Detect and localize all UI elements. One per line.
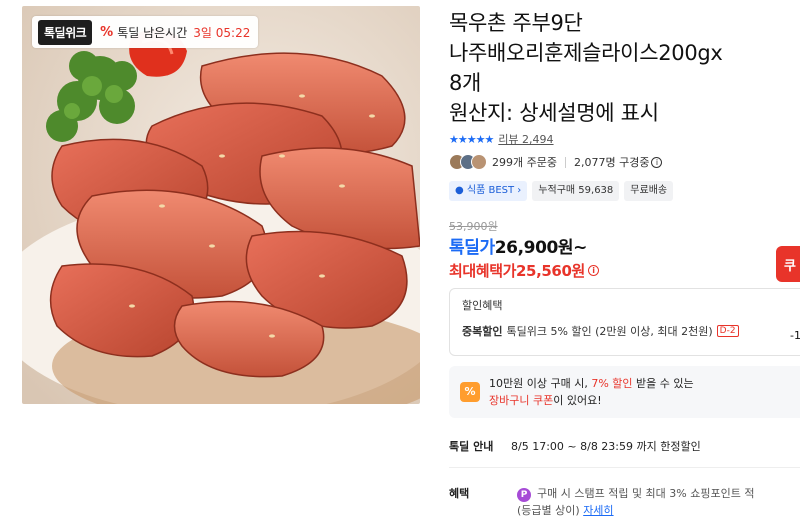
deal-price-value: 26,900원~	[494, 238, 588, 258]
food-best-chip[interactable]: ● 식품 BEST ›	[449, 181, 528, 201]
cart-coupon-text: 10만원 이상 구매 시, 7% 할인 받을 수 있는 장바구니 쿠폰이 있어요…	[489, 375, 694, 409]
discount-line-text: 톡딜위크 5% 할인 (2만원 이상, 최대 2천원)	[506, 325, 713, 338]
coupon-text-part: 받을 수 있는	[632, 377, 694, 390]
product-chips: ● 식품 BEST › 누적구매 59,638 무료배송	[449, 181, 678, 201]
deal-timer-badge: 톡딜위크 % 톡딜 남은시간 3일 05:22	[32, 16, 259, 48]
original-price: 53,900원	[449, 220, 498, 233]
title-line: 나주배오리훈제슬라이스200gx	[449, 41, 723, 65]
perks-detail-link[interactable]: 자세히	[583, 504, 613, 517]
deal-notice-label: 톡딜 안내	[449, 440, 494, 453]
max-benefit-value: 25,560원	[516, 262, 585, 280]
remaining-time-value: 3일 05:22	[193, 25, 251, 40]
percent-coupon-icon: %	[460, 382, 480, 402]
orders-count: 299개 주문중	[492, 156, 557, 169]
rating-row: ★★★★★ 리뷰 2,494	[449, 131, 554, 147]
remaining-time-label: 톡딜 남은시간	[117, 25, 188, 40]
avatar	[471, 154, 487, 170]
divider	[564, 156, 566, 168]
perks-label: 혜택	[449, 487, 470, 500]
info-icon[interactable]: i	[587, 265, 599, 276]
title-line: 8개	[449, 71, 482, 95]
chip-label: 식품 BEST	[466, 185, 515, 196]
talkdeal-week-logo: 톡딜위크	[38, 19, 93, 45]
coupon-highlight: 7% 할인	[591, 377, 633, 390]
review-count-link[interactable]: 리뷰 2,494	[498, 131, 553, 147]
perks-line: (등급별 상이)	[517, 504, 584, 517]
discount-header: 할인혜택	[462, 299, 503, 312]
perks-text: P 구매 시 스탬프 적립 및 최대 3% 쇼핑포인트 적 (등급별 상이) 자세…	[517, 485, 754, 519]
coupon-text-part: 이 있어요!	[553, 394, 602, 407]
d-day-tag: D-2	[716, 325, 739, 337]
title-line: 목우촌 주부9단	[449, 11, 583, 35]
info-icon[interactable]: i	[651, 156, 663, 168]
star-rating-icon: ★★★★★	[449, 132, 494, 146]
coupon-text-part: 10만원 이상 구매 시,	[489, 377, 592, 390]
discount-line: 중복할인 톡딜위크 5% 할인 (2만원 이상, 최대 2천원) D-2	[462, 323, 796, 339]
smoked-duck-photo	[22, 6, 420, 404]
discount-benefit-box: 할인혜택 중복할인 톡딜위크 5% 할인 (2만원 이상, 최대 2천원) D-…	[449, 288, 800, 356]
free-shipping-chip: 무료배송	[624, 181, 674, 201]
social-proof-row: 299개 주문중 2,077명 구경중 i	[449, 154, 663, 170]
percent-icon: %	[100, 24, 114, 40]
max-benefit-price-row: 최대혜택가 25,560원 i	[449, 260, 599, 281]
deal-notice-text: 8/5 17:00 ~ 8/8 23:59 까지 한정할인	[511, 440, 701, 453]
perks-line: 구매 시 스탬프 적립 및 최대 3% 쇼핑포인트 적	[537, 487, 755, 500]
divider	[449, 467, 800, 468]
discount-amount: -1	[790, 329, 800, 342]
perks-row: 혜택 P 구매 시 스탬프 적립 및 최대 3% 쇼핑포인트 적 (등급별 상이)…	[449, 485, 754, 519]
point-icon: P	[517, 488, 531, 502]
discount-line-label: 중복할인	[462, 325, 503, 338]
buyer-avatars	[449, 154, 487, 170]
deal-notice-row: 톡딜 안내 8/5 17:00 ~ 8/8 23:59 까지 한정할인	[449, 438, 701, 454]
deal-price-row: 톡딜가26,900원~	[449, 233, 587, 258]
cumulative-purchase-chip: 누적구매 59,638	[532, 181, 620, 201]
title-line: 원산지: 상세설명에 표시	[449, 101, 659, 125]
max-benefit-label: 최대혜택가	[449, 262, 517, 280]
coupon-button[interactable]: 쿠	[776, 246, 800, 282]
cart-coupon-banner[interactable]: % 10만원 이상 구매 시, 7% 할인 받을 수 있는 장바구니 쿠폰이 있…	[449, 366, 800, 418]
product-image[interactable]: 톡딜위크 % 톡딜 남은시간 3일 05:22	[22, 6, 420, 404]
product-title: 목우촌 주부9단 나주배오리훈제슬라이스200gx 8개 원산지: 상세설명에 …	[449, 8, 789, 128]
coupon-highlight: 장바구니 쿠폰	[489, 394, 554, 407]
deal-price-label: 톡딜가	[449, 238, 495, 258]
viewers-count: 2,077명 구경중	[573, 156, 650, 169]
